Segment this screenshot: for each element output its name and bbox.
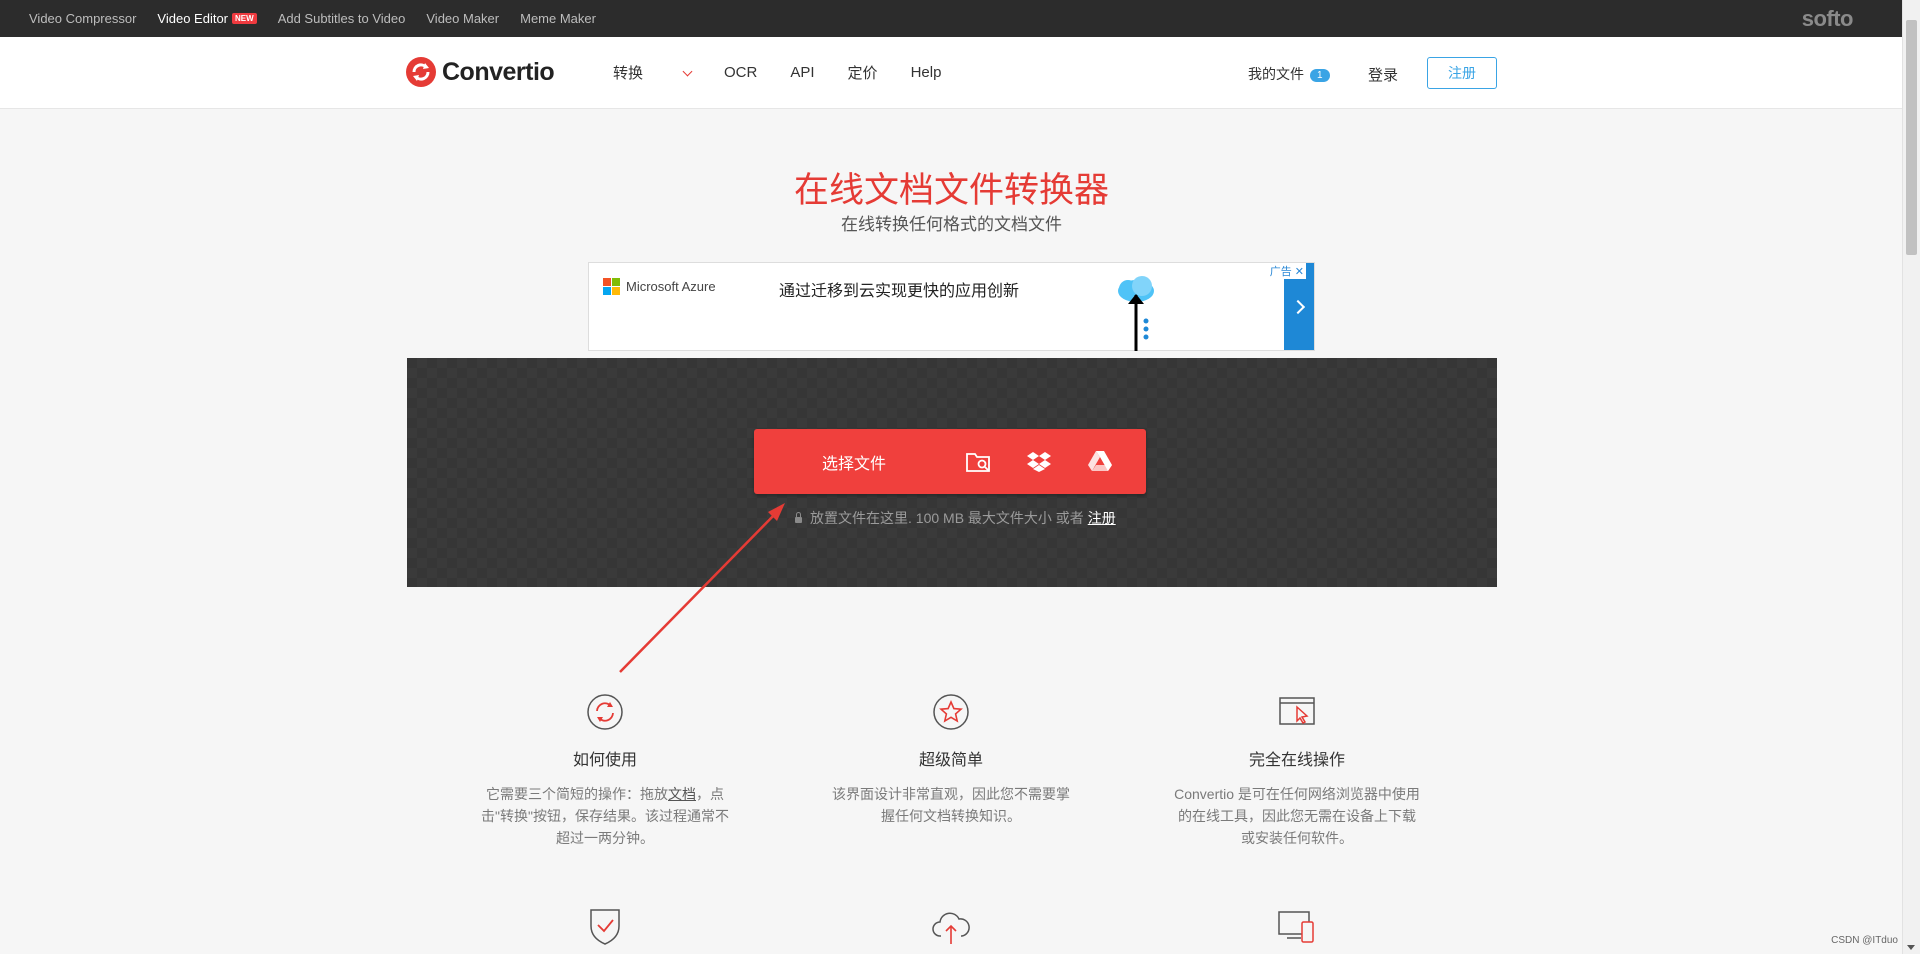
nav-pricing[interactable]: 定价 <box>848 62 878 83</box>
my-files-label: 我的文件 <box>1248 66 1304 82</box>
close-icon[interactable]: ✕ <box>1295 266 1304 278</box>
nav-convert-label: 转换 <box>613 65 644 82</box>
browser-cursor-icon <box>1279 697 1315 725</box>
shield-check-icon <box>590 909 620 945</box>
softo-links: Video Compressor Video Editor NEW Add Sub… <box>29 0 596 37</box>
my-files-link[interactable]: 我的文件 1 <box>1248 64 1330 84</box>
feature-title: 如何使用 <box>572 752 637 769</box>
login-link[interactable]: 登录 <box>1368 64 1398 85</box>
ad-label-text: 广告 <box>1269 266 1292 278</box>
folder-search-icon[interactable] <box>965 449 991 473</box>
main-nav: 转换 OCR API 定价 Help <box>613 37 974 108</box>
ad-text: 通过迁移到云实现更快的应用创新 <box>779 283 1020 300</box>
page-title: 在线文档文件转换器 <box>793 171 1109 210</box>
refresh-icon <box>587 694 623 730</box>
my-files-count-badge: 1 <box>1310 69 1330 82</box>
ad-label[interactable]: 广告 ✕ <box>1267 263 1306 279</box>
lock-icon <box>795 512 802 523</box>
feature-title: 完全在线操作 <box>1248 752 1345 769</box>
devices-icon <box>1278 911 1314 943</box>
watermark: CSDN @ITduo <box>1831 935 1898 946</box>
softo-topbar: Video Compressor Video Editor NEW Add Sub… <box>0 0 1903 37</box>
microsoft-logo-icon <box>603 278 620 295</box>
convertio-logo[interactable]: Convertio <box>406 57 555 87</box>
choose-file-button[interactable]: 选择文件 <box>754 429 1146 494</box>
ad-brand: Microsoft Azure <box>603 278 716 295</box>
page-subtitle: 在线转换任何格式的文档文件 <box>841 215 1062 234</box>
new-badge: NEW <box>232 13 257 24</box>
chevron-down-icon <box>682 66 693 77</box>
feature-description: Convertio 是可在任何网络浏览器中使用的在线工具，因此您无需在设备上下载… <box>1174 786 1420 846</box>
page-scrollbar[interactable] <box>1902 0 1920 954</box>
topbar-link-label: Video Editor <box>157 11 229 26</box>
signup-link[interactable]: 注册 <box>1088 510 1116 526</box>
cloud-upload-arrow-icon <box>1118 276 1154 351</box>
topbar-link-meme-maker[interactable]: Meme Maker <box>520 11 596 26</box>
topbar-link-video-maker[interactable]: Video Maker <box>426 11 499 26</box>
nav-help[interactable]: Help <box>911 64 942 81</box>
choose-file-label: 选择文件 <box>822 456 887 473</box>
chevron-right-icon <box>1290 299 1305 314</box>
signup-button[interactable]: 注册 <box>1427 57 1497 89</box>
nav-api[interactable]: API <box>790 64 814 81</box>
feature-title: 超级简单 <box>918 752 983 769</box>
dropbox-icon[interactable] <box>1026 449 1052 473</box>
docs-link[interactable]: 文档 <box>668 786 696 802</box>
upload-dropzone[interactable]: 选择文件 放置文件在这里. 100 MB 最大文件大小 或者 注册 <box>407 358 1497 587</box>
scrollbar-thumb[interactable] <box>1906 20 1917 255</box>
annotation-arrow <box>619 503 785 673</box>
convertio-logo-icon <box>406 57 436 87</box>
site-header: Convertio 转换 OCR API 定价 Help 我的文件 1 登录 注册 <box>0 37 1903 109</box>
logo-text: Convertio <box>442 57 555 86</box>
topbar-link-add-subtitles[interactable]: Add Subtitles to Video <box>278 11 406 26</box>
feature-super-simple: 超级简单 该界面设计非常直观，因此您不需要掌握任何文档转换知识。 <box>826 692 1076 827</box>
feature-fully-online: 完全在线操作 Convertio 是可在任何网络浏览器中使用的在线工具，因此您无… <box>1172 692 1422 849</box>
nav-ocr[interactable]: OCR <box>724 64 757 81</box>
feature-desc-before: 它需要三个简短的操作：拖放 <box>486 786 668 802</box>
drop-hint-text: 放置文件在这里. 100 MB 最大文件大小 或者 <box>810 510 1084 526</box>
topbar-link-video-editor[interactable]: Video Editor NEW <box>157 11 257 26</box>
nav-convert[interactable]: 转换 <box>613 62 693 83</box>
feature-how-to-use: 如何使用 它需要三个简短的操作：拖放文档，点击"转换"按钮，保存结果。该过程通常… <box>480 692 730 849</box>
softo-logo[interactable]: softo <box>1802 6 1854 32</box>
google-drive-icon[interactable] <box>1087 449 1113 473</box>
ad-banner[interactable]: Microsoft Azure 通过迁移到云实现更快的应用创新 广告 ✕ <box>588 262 1315 351</box>
cloud-upload-icon <box>932 912 970 944</box>
ad-brand-name: Microsoft Azure <box>626 279 716 294</box>
drop-hint: 放置文件在这里. 100 MB 最大文件大小 或者 注册 <box>795 508 1116 528</box>
star-icon <box>933 694 969 730</box>
feature-description: 它需要三个简短的操作：拖放文档，点击"转换"按钮，保存结果。该过程通常不超过一两… <box>480 783 730 849</box>
scroll-down-icon[interactable] <box>1907 945 1915 950</box>
topbar-link-video-compressor[interactable]: Video Compressor <box>29 11 136 26</box>
feature-description: 该界面设计非常直观，因此您不需要掌握任何文档转换知识。 <box>832 786 1070 824</box>
